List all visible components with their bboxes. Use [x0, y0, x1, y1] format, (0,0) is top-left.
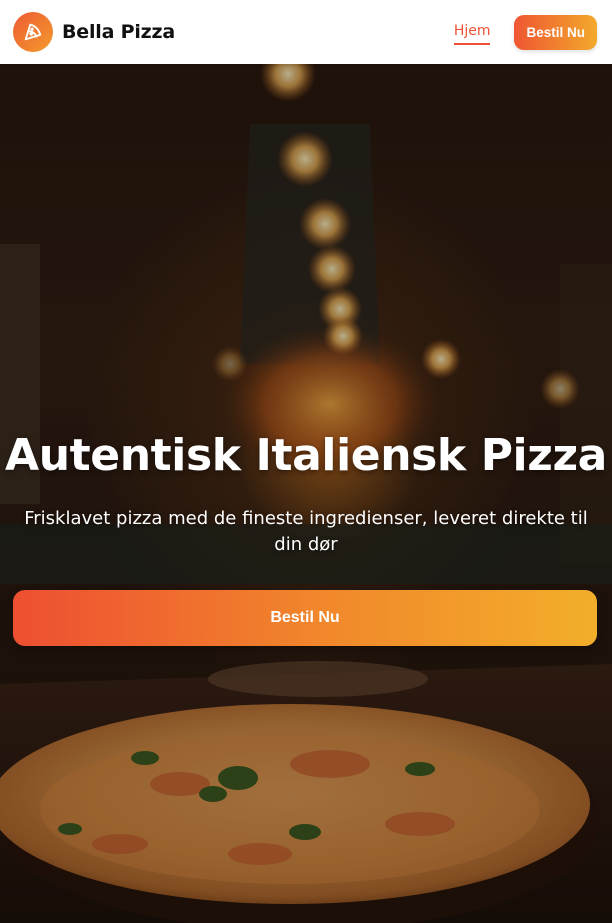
hero-content: Autentisk Italiensk Pizza Frisklavet piz… — [0, 64, 612, 923]
pizza-slice-icon — [13, 12, 53, 52]
hero-order-button[interactable]: Bestil Nu — [13, 590, 597, 646]
nav-link-home[interactable]: Hjem — [453, 23, 491, 45]
nav-order-button[interactable]: Bestil Nu — [514, 14, 597, 50]
hero-title: Autentisk Italiensk Pizza — [5, 430, 607, 481]
hero-section: Autentisk Italiensk Pizza Frisklavet piz… — [0, 64, 612, 923]
nav-links: Hjem Bestil Nu — [453, 14, 597, 50]
navbar: Bella Pizza Hjem Bestil Nu — [0, 0, 612, 64]
brand-name: Bella Pizza — [62, 21, 176, 43]
hero-subtitle: Frisklavet pizza med de fineste ingredie… — [24, 508, 588, 555]
brand[interactable]: Bella Pizza — [13, 12, 175, 52]
